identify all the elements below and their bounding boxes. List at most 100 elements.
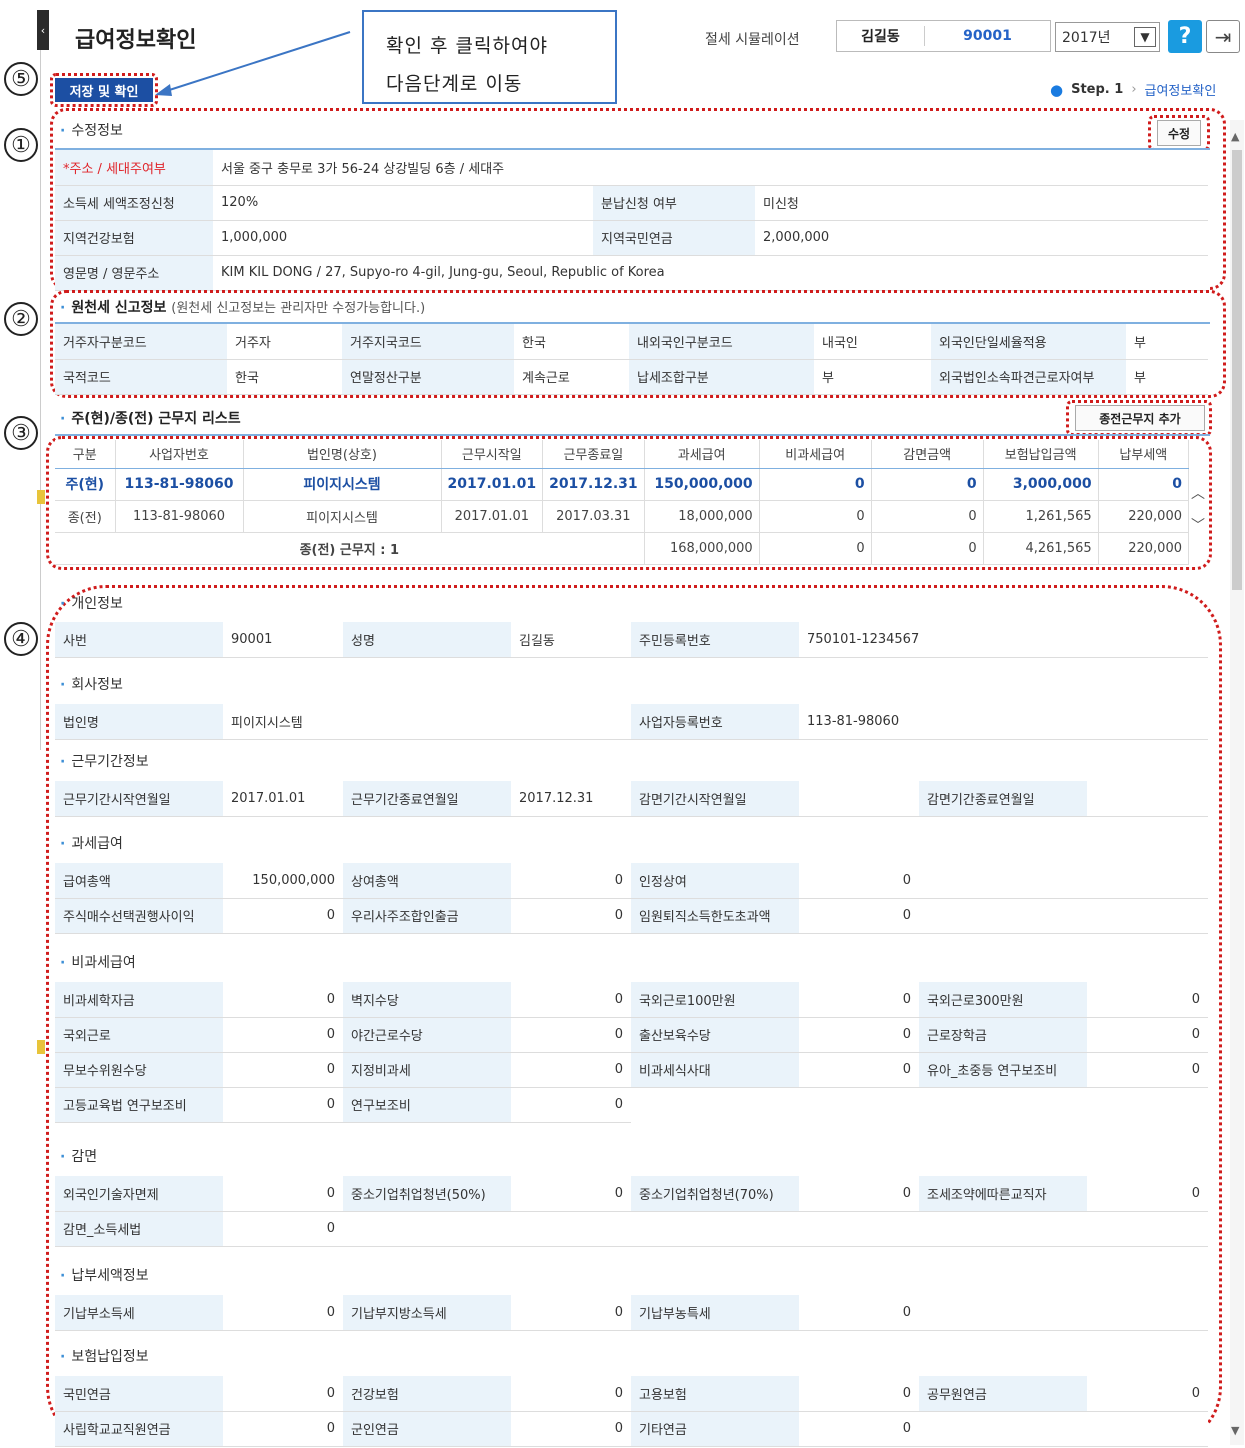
company-title: 회사정보 — [60, 674, 123, 694]
column-header: 비과세급여 — [759, 440, 872, 469]
year-select[interactable]: 2017년 ▼ — [1055, 22, 1160, 52]
paid-tax-row: 기납부소득세 0 기납부지방소득세 0 기납부농특세 0 — [55, 1295, 1208, 1331]
year-value: 2017년 — [1062, 30, 1111, 46]
empty-cell — [631, 1087, 1208, 1122]
field-value: 0 — [1087, 1052, 1208, 1088]
field-label: 영문명 / 영문주소 — [55, 255, 213, 291]
field-label: 건강보험 — [343, 1376, 511, 1412]
summary-row: 종(전) 근무지 : 1 168,000,000 0 0 4,261,565 2… — [55, 532, 1190, 565]
field-label: 고용보험 — [631, 1376, 799, 1412]
field-label: 국외근로100만원 — [631, 982, 799, 1018]
callout-line-1: 확인 후 클릭하여야 — [386, 35, 548, 57]
location-pin-icon: ● — [1050, 80, 1064, 99]
empty-cell — [919, 1411, 1208, 1447]
table-cell: 종(전) — [55, 500, 116, 533]
field-label: 내외국인구분코드 — [629, 324, 814, 360]
field-value: 0 — [511, 1017, 631, 1053]
help-icon[interactable]: ? — [1168, 20, 1202, 53]
withholding-title: 원천세 신고정보 (원천세 신고정보는 관리자만 수정가능합니다.) — [60, 297, 425, 317]
personal-row: 사번 90001 성명 김길동 주민등록번호 750101-1234567 — [55, 622, 1208, 658]
field-value: 0 — [223, 982, 343, 1018]
chevron-up-icon[interactable]: ▲ — [1231, 130, 1239, 143]
field-value: 0 — [511, 1176, 631, 1212]
table-scroll[interactable]: ︿ ﹀ — [1191, 478, 1205, 542]
field-value: 750101-1234567 — [799, 622, 1208, 658]
field-label: 기타연금 — [631, 1411, 799, 1447]
field-value — [1087, 781, 1208, 817]
table-cell: 150,000,000 — [644, 468, 760, 501]
logout-icon[interactable]: ⇥ — [1206, 20, 1240, 53]
period-row: 근무기간시작연월일 2017.01.01 근무기간종료연월일 2017.12.3… — [55, 781, 1208, 817]
withholding-note: (원천세 신고정보는 관리자만 수정가능합니다.) — [171, 301, 426, 316]
table-cell: 0 — [871, 500, 984, 533]
address-row: *주소 / 세대주여부 서울 중구 충무로 3가 56-24 상강빌딩 6층 /… — [55, 150, 1208, 186]
field-label: 상여총액 — [343, 863, 511, 899]
field-label: 거주자구분코드 — [55, 324, 227, 360]
empty-cell — [919, 1295, 1208, 1331]
breadcrumb-step: Step. 1 — [1071, 82, 1124, 97]
field-value: 113-81-98060 — [799, 704, 1208, 740]
table-row[interactable]: 주(현) 113-81-98060 피이지시스템 2017.01.01 2017… — [55, 468, 1190, 501]
tax-simulation-link[interactable]: 절세 시뮬레이션 — [705, 29, 800, 49]
field-label: 법인명 — [55, 704, 223, 740]
collapse-sidebar-button[interactable]: ‹ — [37, 10, 49, 50]
left-border — [40, 50, 41, 750]
table-cell: 4,261,565 — [983, 532, 1099, 565]
column-header: 근무시작일 — [441, 440, 544, 469]
field-label: 외국인단일세율적용 — [931, 324, 1126, 360]
highlight-edit — [1148, 115, 1210, 151]
field-value: 0 — [1087, 1176, 1208, 1212]
breadcrumb-current[interactable]: 급여정보확인 — [1145, 80, 1217, 99]
field-value: 0 — [511, 1295, 631, 1331]
user-id: 90001 — [963, 28, 1012, 44]
field-value: 0 — [799, 1295, 919, 1331]
field-label: 비과세식사대 — [631, 1052, 799, 1088]
field-value: 0 — [223, 1017, 343, 1053]
breadcrumb-separator-icon: › — [1131, 82, 1137, 97]
field-value: 계속근로 — [514, 359, 629, 395]
workplace-table: 구분 사업자번호 법인명(상호) 근무시작일 근무종료일 과세급여 비과세급여 … — [55, 440, 1190, 565]
table-cell: 2017.03.31 — [542, 500, 645, 533]
field-label: 우리사주조합인출금 — [343, 898, 511, 934]
table-cell: 168,000,000 — [644, 532, 760, 565]
edit-info-row: 지역건강보험 1,000,000 지역국민연금 2,000,000 — [55, 220, 1208, 256]
field-label: 근무기간시작연월일 — [55, 781, 223, 817]
marker-4: ④ — [4, 622, 38, 656]
chevron-down-icon[interactable]: ▼ — [1134, 27, 1156, 47]
table-cell: 0 — [1098, 468, 1190, 501]
table-cell: 220,000 — [1098, 500, 1190, 533]
table-cell: 0 — [759, 500, 872, 533]
table-row[interactable]: 종(전) 113-81-98060 피이지시스템 2017.01.01 2017… — [55, 500, 1190, 533]
field-label: 연구보조비 — [343, 1087, 511, 1123]
edit-info-table: *주소 / 세대주여부 서울 중구 충무로 3가 56-24 상강빌딩 6층 /… — [55, 150, 1208, 291]
chevron-down-icon[interactable]: ▼ — [1231, 1424, 1239, 1437]
page-scrollbar[interactable]: ▲ ▼ — [1230, 120, 1244, 1445]
table-cell: 18,000,000 — [644, 500, 760, 533]
column-header: 과세급여 — [644, 440, 760, 469]
column-header: 사업자번호 — [115, 440, 244, 469]
table-cell: 피이지시스템 — [243, 468, 442, 501]
nontaxable-table: 비과세학자금 0 벽지수당 0 국외근로100만원 0 국외근로300만원 0 … — [55, 982, 1208, 1123]
field-value: 0 — [799, 863, 919, 899]
field-label: 국외근로 — [55, 1017, 223, 1053]
chevron-down-icon[interactable]: ﹀ — [1191, 510, 1205, 542]
field-label: 출산보육수당 — [631, 1017, 799, 1053]
user-name: 김길동 — [837, 26, 925, 46]
field-value: 0 — [511, 1087, 631, 1123]
empty-cell — [919, 898, 1208, 934]
table-cell: 113-81-98060 — [115, 500, 244, 533]
field-label: 임원퇴직소득한도초과액 — [631, 898, 799, 934]
field-value: 0 — [799, 982, 919, 1018]
company-table: 법인명 피이지시스템 사업자등록번호 113-81-98060 — [55, 704, 1208, 740]
address-label: *주소 / 세대주여부 — [55, 150, 213, 186]
company-row: 법인명 피이지시스템 사업자등록번호 113-81-98060 — [55, 704, 1208, 740]
empty-cell — [919, 863, 1208, 899]
field-value: 부 — [814, 359, 931, 395]
field-label: 무보수위원수당 — [55, 1052, 223, 1088]
field-value: 0 — [223, 1295, 343, 1331]
insurance-title: 보험납입정보 — [60, 1346, 148, 1366]
chevron-up-icon[interactable]: ︿ — [1191, 478, 1205, 510]
scrollbar-thumb[interactable] — [1232, 150, 1242, 590]
nontaxable-title: 비과세급여 — [60, 952, 135, 972]
callout-line-2: 다음단계로 이동 — [386, 73, 523, 95]
